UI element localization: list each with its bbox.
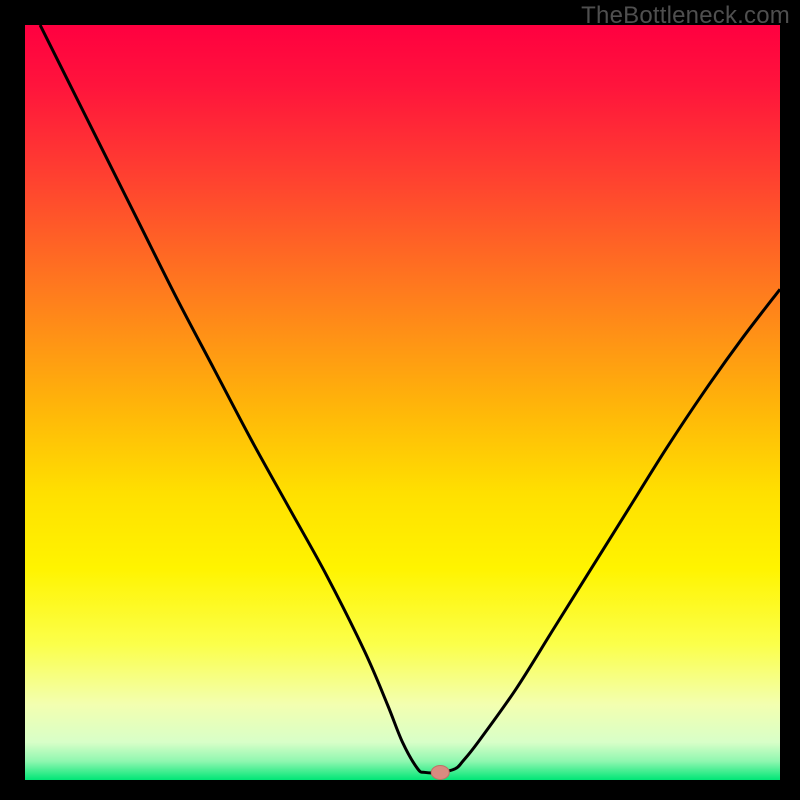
optimal-point-marker — [431, 765, 449, 779]
watermark-text: TheBottleneck.com — [581, 2, 790, 30]
chart-frame: TheBottleneck.com — [0, 0, 800, 800]
bottleneck-chart — [0, 0, 800, 800]
gradient-background — [25, 25, 780, 780]
